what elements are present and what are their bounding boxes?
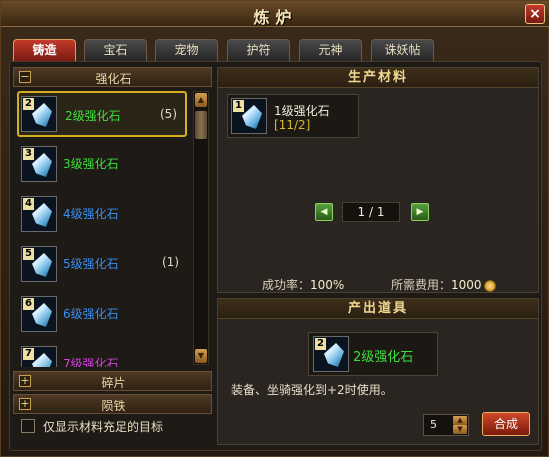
level-badge: 5 xyxy=(23,248,34,260)
scroll-down-icon[interactable]: ▼ xyxy=(195,349,207,363)
level-badge: 2 xyxy=(23,98,34,110)
item-count: (5) xyxy=(160,107,177,121)
crystal-icon: 1 xyxy=(231,98,267,134)
output-slot[interactable]: 2 2级强化石 xyxy=(308,332,438,376)
success-rate: 成功率：100% xyxy=(262,276,344,293)
materials-title: 生产材料 xyxy=(218,68,538,88)
success-value: 100% xyxy=(310,278,345,292)
level-badge: 2 xyxy=(315,338,326,350)
item-name: 4级强化石 xyxy=(63,207,119,221)
list-item-stone-6[interactable]: 6 6级强化石 xyxy=(17,291,187,337)
output-name: 2级强化石 xyxy=(353,350,414,365)
material-quantity: [11/2] xyxy=(274,118,311,132)
crystal-shape xyxy=(32,353,52,367)
list-item-stone-5[interactable]: 5 5级强化石 (1) xyxy=(17,241,187,287)
item-list: 2 2级强化石 (5) 3 3级强化石 4 4级强化石 5 5级强化石 (1) … xyxy=(17,89,189,367)
crystal-shape xyxy=(32,153,52,177)
output-title: 产出道具 xyxy=(218,299,538,319)
level-badge: 6 xyxy=(23,298,34,310)
crystal-icon: 7 xyxy=(21,346,57,367)
output-panel: 产出道具 2 2级强化石 装备、坐骑强化到+2时使用。 5 ▲ ▼ 合成 xyxy=(217,298,539,445)
tab-forge[interactable]: 铸造 xyxy=(13,39,76,61)
level-badge: 4 xyxy=(23,198,34,210)
category-fragment[interactable]: + 碎片 xyxy=(13,371,212,391)
materials-panel: 生产材料 1 1级强化石 [11/2] ◀ 1 / 1 ▶ 成功率：100% 所… xyxy=(217,67,539,293)
crystal-icon: 5 xyxy=(21,246,57,282)
recipe-list-panel: − 强化石 2 2级强化石 (5) 3 3级强化石 4 4级强化石 5 5级强化… xyxy=(13,67,212,444)
crystal-icon: 2 xyxy=(313,336,349,372)
material-slot[interactable]: 1 1级强化石 [11/2] xyxy=(227,94,359,138)
list-item-stone-2[interactable]: 2 2级强化石 (5) xyxy=(17,91,187,137)
cost-label: 所需费用： xyxy=(391,278,452,292)
material-name: 1级强化石 xyxy=(274,104,330,118)
crystal-shape xyxy=(32,303,52,327)
tab-gem[interactable]: 宝石 xyxy=(84,39,147,61)
close-button[interactable]: × xyxy=(525,4,545,24)
filter-checkbox[interactable] xyxy=(21,419,35,433)
category-label: 强化石 xyxy=(95,72,132,86)
coin-icon xyxy=(483,279,496,292)
crystal-shape xyxy=(32,103,52,127)
crystal-icon: 3 xyxy=(21,146,57,182)
list-item-stone-7[interactable]: 7 7级强化石 xyxy=(17,341,187,367)
title-bar[interactable]: 炼炉 × xyxy=(1,1,549,27)
crystal-shape xyxy=(324,343,344,367)
category-label: 陨铁 xyxy=(101,399,126,413)
next-page-button[interactable]: ▶ xyxy=(411,203,429,221)
item-name: 2级强化石 xyxy=(65,109,121,123)
crystal-icon: 2 xyxy=(21,96,57,132)
prev-page-button[interactable]: ◀ xyxy=(315,203,333,221)
item-name: 5级强化石 xyxy=(63,257,119,271)
crystal-icon: 6 xyxy=(21,296,57,332)
tab-amulet[interactable]: 护符 xyxy=(227,39,290,61)
tab-demon-post[interactable]: 诛妖帖 xyxy=(371,39,434,61)
item-count: (1) xyxy=(162,255,179,269)
item-name: 3级强化石 xyxy=(63,157,119,171)
level-badge: 7 xyxy=(23,348,34,360)
item-name: 6级强化石 xyxy=(63,307,119,321)
crystal-shape xyxy=(32,203,52,227)
craft-button[interactable]: 合成 xyxy=(482,412,530,436)
scroll-thumb[interactable] xyxy=(195,111,207,139)
category-meteor-iron[interactable]: + 陨铁 xyxy=(13,394,212,414)
page-indicator: 1 / 1 xyxy=(342,202,400,222)
level-badge: 1 xyxy=(233,100,244,112)
list-item-stone-3[interactable]: 3 3级强化石 xyxy=(17,141,187,187)
list-scrollbar[interactable]: ▲ ▼ xyxy=(193,91,209,365)
crystal-shape xyxy=(32,253,52,277)
crystal-icon: 4 xyxy=(21,196,57,232)
category-label: 碎片 xyxy=(101,376,126,390)
quantity-down-icon[interactable]: ▼ xyxy=(453,425,467,434)
cost-value: 1000 xyxy=(451,278,482,292)
item-name: 7级强化石 xyxy=(63,357,119,367)
quantity-stepper[interactable]: 5 ▲ ▼ xyxy=(423,414,469,436)
quantity-value[interactable]: 5 xyxy=(430,418,437,431)
cost: 所需费用：1000 xyxy=(391,276,496,293)
filter-label: 仅显示材料充足的目标 xyxy=(43,420,164,434)
level-badge: 3 xyxy=(23,148,34,160)
list-item-stone-4[interactable]: 4 4级强化石 xyxy=(17,191,187,237)
category-enhance-stone[interactable]: − 强化石 xyxy=(13,67,212,87)
furnace-window: 炼炉 × 铸造 宝石 宠物 护符 元神 诛妖帖 − 强化石 2 2级强化石 (5… xyxy=(0,0,549,457)
window-title: 炼炉 xyxy=(253,8,298,27)
quantity-up-icon[interactable]: ▲ xyxy=(453,416,467,425)
tab-spirit[interactable]: 元神 xyxy=(299,39,362,61)
crystal-shape xyxy=(242,105,262,129)
output-description: 装备、坐骑强化到+2时使用。 xyxy=(231,383,393,397)
tab-pet[interactable]: 宠物 xyxy=(155,39,218,61)
success-label: 成功率： xyxy=(262,278,311,292)
scroll-up-icon[interactable]: ▲ xyxy=(195,93,207,107)
